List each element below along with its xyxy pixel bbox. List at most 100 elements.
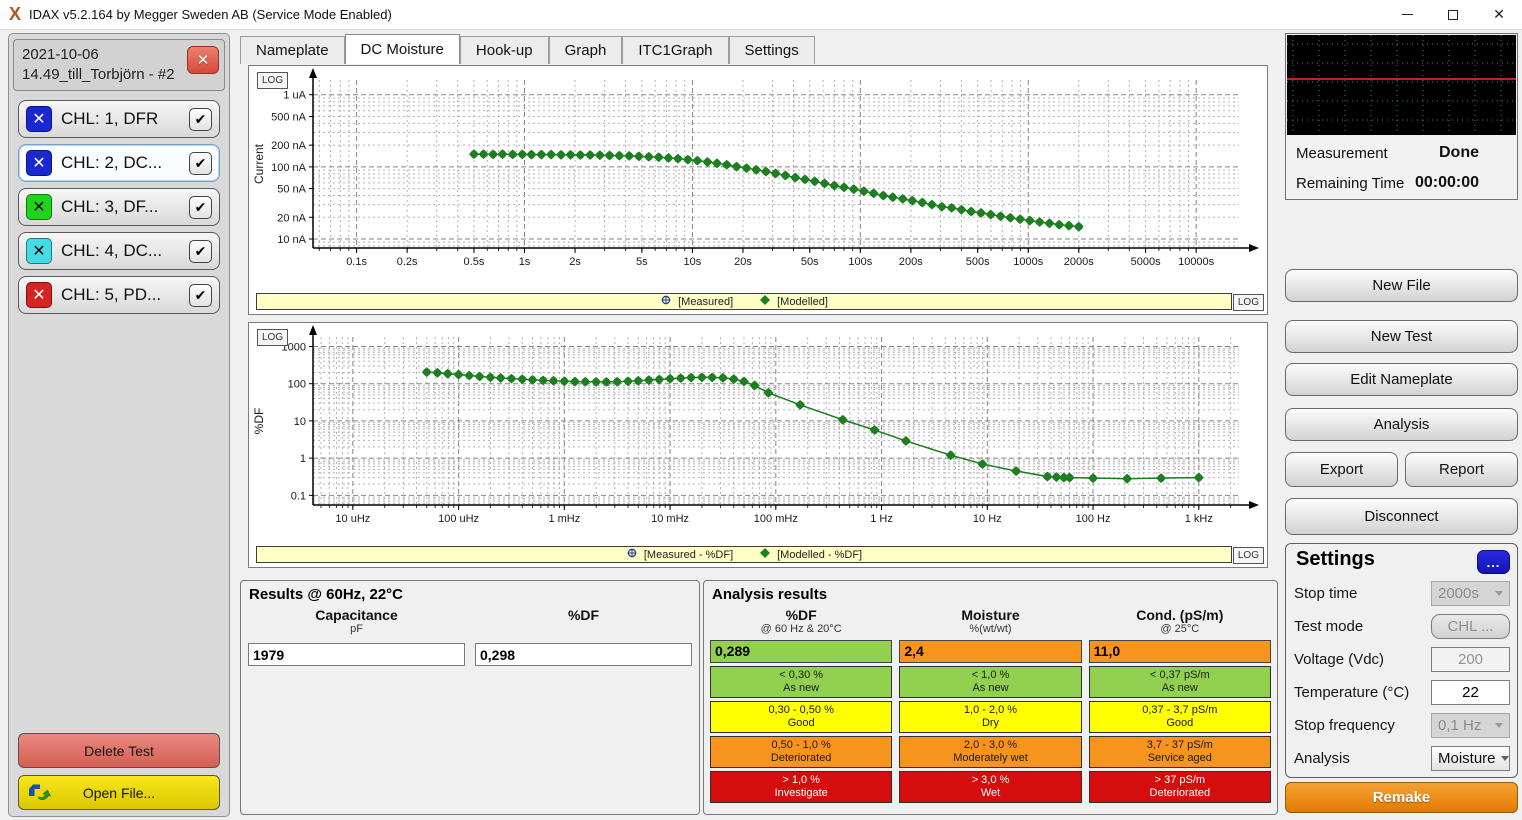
channel-item-4[interactable]: ✕ CHL: 4, DC...✔ bbox=[18, 232, 220, 270]
channel-x-icon: ✕ bbox=[26, 106, 52, 132]
channel-x-icon: ✕ bbox=[26, 238, 52, 264]
svg-text:10 Hz: 10 Hz bbox=[973, 513, 1002, 525]
app-window: X IDAX v5.2.164 by Megger Sweden AB (Ser… bbox=[0, 0, 1522, 820]
channel-item-2[interactable]: ✕CHL: 2, DC...✔ bbox=[18, 144, 220, 182]
legend-diamond-icon bbox=[759, 547, 771, 562]
svg-text:10s: 10s bbox=[684, 256, 702, 268]
svg-text:100 mHz: 100 mHz bbox=[754, 513, 798, 525]
channel-x-icon: ✕ bbox=[26, 194, 52, 220]
current-chart-legend: [Measured][Modelled] bbox=[256, 293, 1232, 310]
analysis-header-df: %DF@ 60 Hz & 20°C bbox=[710, 605, 892, 637]
voltage-vdc-input: 200 bbox=[1431, 647, 1510, 672]
svg-text:10 uHz: 10 uHz bbox=[335, 513, 370, 525]
svg-text:0.5s: 0.5s bbox=[464, 256, 485, 268]
new-test-button[interactable]: New Test bbox=[1285, 320, 1518, 353]
channel-x-icon: ✕ bbox=[26, 282, 52, 308]
analysis-groupbox: Analysis results %DF@ 60 Hz & 20°CMoistu… bbox=[703, 580, 1278, 815]
titlebar: X IDAX v5.2.164 by Megger Sweden AB (Ser… bbox=[0, 0, 1522, 30]
channel-checkbox[interactable]: ✔ bbox=[189, 284, 212, 307]
rating-cell-investigate: > 1,0 %Investigate bbox=[710, 771, 892, 803]
log-scale-y-button[interactable]: LOG bbox=[257, 329, 288, 346]
df-value: 0,298 bbox=[475, 643, 692, 666]
maximize-icon[interactable] bbox=[1430, 0, 1476, 29]
channel-label: CHL: 3, DF... bbox=[61, 197, 189, 217]
rating-cell-as-new: < 0,37 pS/mAs new bbox=[1089, 666, 1271, 698]
chevron-down-icon bbox=[1495, 591, 1503, 596]
tab-settings[interactable]: Settings bbox=[729, 36, 815, 64]
settings-row-temperature-c: Temperature (°C)22 bbox=[1294, 679, 1510, 705]
rating-cell-wet: > 3,0 %Wet bbox=[899, 771, 1081, 803]
export-button[interactable]: Export bbox=[1285, 452, 1398, 487]
disconnect-button[interactable]: Disconnect bbox=[1285, 498, 1518, 535]
log-scale-y-button[interactable]: LOG bbox=[257, 72, 288, 89]
legend-label: [Measured - %DF] bbox=[644, 549, 733, 561]
svg-text:50 nA: 50 nA bbox=[277, 184, 306, 196]
close-icon[interactable]: ✕ bbox=[1476, 0, 1522, 29]
svg-text:20s: 20s bbox=[734, 256, 752, 268]
sidebar: 2021-10-06 14.49_till_Torbjörn - #2 ✕ ✕C… bbox=[8, 33, 230, 817]
session-header[interactable]: 2021-10-06 14.49_till_Torbjörn - #2 ✕ bbox=[13, 39, 225, 91]
channel-checkbox[interactable]: ✔ bbox=[189, 240, 212, 263]
svg-text:1 kHz: 1 kHz bbox=[1185, 513, 1213, 525]
svg-text:200 nA: 200 nA bbox=[271, 140, 307, 152]
session-close-icon[interactable]: ✕ bbox=[187, 46, 219, 74]
remaining-time-value: 00:00:00 bbox=[1415, 174, 1507, 192]
channel-label: CHL: 4, DC... bbox=[61, 241, 189, 261]
stop-frequency-select: 0,1 Hz bbox=[1431, 713, 1510, 738]
legend-label: [Measured] bbox=[678, 296, 733, 308]
tab-dc-moisture[interactable]: DC Moisture bbox=[345, 34, 460, 64]
open-file-button[interactable]: Open File... bbox=[18, 775, 220, 810]
channel-item-5[interactable]: ✕ CHL: 5, PD...✔ bbox=[18, 276, 220, 314]
svg-text:100 uHz: 100 uHz bbox=[438, 513, 479, 525]
channel-checkbox[interactable]: ✔ bbox=[189, 108, 212, 131]
settings-title: Settings bbox=[1296, 548, 1375, 571]
capacitance-header: Capacitance bbox=[248, 607, 465, 623]
svg-text:1 uA: 1 uA bbox=[283, 90, 306, 102]
edit-nameplate-button[interactable]: Edit Nameplate bbox=[1285, 363, 1518, 396]
channel-label: CHL: 2, DC... bbox=[61, 153, 189, 173]
tab-nameplate[interactable]: Nameplate bbox=[240, 36, 345, 64]
tab-graph[interactable]: Graph bbox=[549, 36, 623, 64]
svg-text:100 nA: 100 nA bbox=[271, 162, 307, 174]
channel-checkbox[interactable]: ✔ bbox=[189, 152, 212, 175]
tab-itc1graph[interactable]: ITC1Graph bbox=[622, 36, 728, 64]
settings-row-voltage-vdc: Voltage (Vdc)200 bbox=[1294, 646, 1510, 672]
session-date: 2021-10-06 bbox=[22, 45, 184, 65]
delete-test-button[interactable]: Delete Test bbox=[18, 733, 220, 768]
channel-checkbox[interactable]: ✔ bbox=[189, 196, 212, 219]
remaining-time-label: Remaining Time bbox=[1296, 175, 1404, 192]
settings-row-stop-frequency: Stop frequency0,1 Hz bbox=[1294, 712, 1510, 738]
svg-text:0.2s: 0.2s bbox=[397, 256, 418, 268]
report-button[interactable]: Report bbox=[1405, 452, 1518, 487]
channel-item-3[interactable]: ✕ CHL: 3, DF...✔ bbox=[18, 188, 220, 226]
analysis-button[interactable]: Analysis bbox=[1285, 408, 1518, 441]
svg-text:10 mHz: 10 mHz bbox=[651, 513, 689, 525]
measurement-status: Done bbox=[1439, 144, 1507, 162]
svg-text:500 nA: 500 nA bbox=[271, 111, 307, 123]
minimize-icon[interactable] bbox=[1384, 0, 1430, 29]
tab-hook-up[interactable]: Hook-up bbox=[460, 36, 549, 64]
analysis-select[interactable]: Moisture bbox=[1431, 746, 1510, 771]
analysis-value-df: 0,289 bbox=[710, 640, 892, 663]
channel-item-1[interactable]: ✕CHL: 1, DFR✔ bbox=[18, 100, 220, 138]
rating-cell-deteriorated: > 37 pS/mDeteriorated bbox=[1089, 771, 1271, 803]
settings-menu-button[interactable]: ... bbox=[1477, 550, 1510, 574]
log-scale-x-button[interactable]: LOG bbox=[1233, 294, 1264, 311]
df-vs-frequency-chart: 10 uHz100 uHz1 mHz10 mHz100 mHz1 Hz10 Hz… bbox=[249, 323, 1269, 545]
svg-text:1000s: 1000s bbox=[1013, 256, 1043, 268]
remake-button[interactable]: Remake bbox=[1285, 782, 1518, 813]
svg-text:1s: 1s bbox=[519, 256, 531, 268]
df-header: %DF bbox=[475, 607, 692, 623]
svg-text:10000s: 10000s bbox=[1178, 256, 1215, 268]
channel-label: CHL: 5, PD... bbox=[61, 285, 189, 305]
new-file-button[interactable]: New File bbox=[1285, 269, 1518, 302]
chevron-down-icon bbox=[1495, 723, 1503, 728]
svg-text:200s: 200s bbox=[899, 256, 923, 268]
rating-cell-good: 0,30 - 0,50 %Good bbox=[710, 701, 892, 733]
temperature-c-input[interactable]: 22 bbox=[1431, 680, 1510, 705]
stop-time-select: 2000s bbox=[1431, 581, 1510, 606]
analysis-header-cond-ps-m: Cond. (pS/m)@ 25°C bbox=[1089, 605, 1271, 637]
svg-text:%DF: %DF bbox=[252, 408, 266, 435]
current-chart-panel: 0.1s0.2s0.5s1s2s5s10s20s50s100s200s500s1… bbox=[248, 65, 1268, 315]
log-scale-x-button[interactable]: LOG bbox=[1233, 547, 1264, 564]
